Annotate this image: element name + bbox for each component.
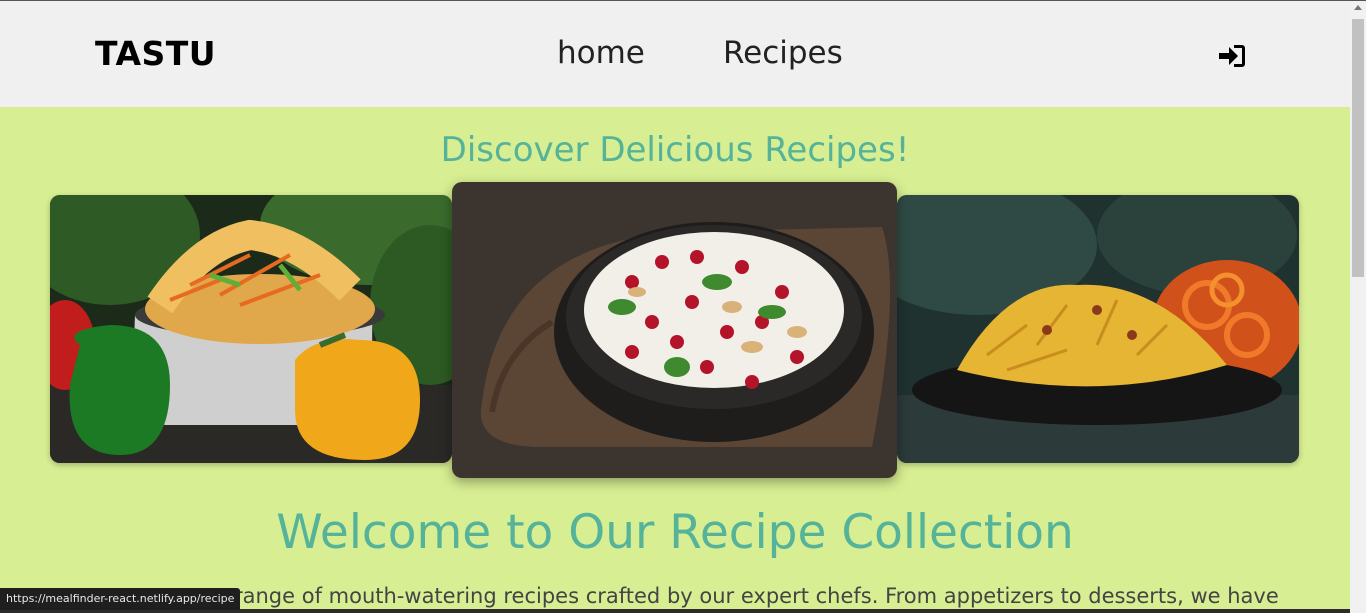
scrollbar-thumb[interactable] xyxy=(1352,19,1364,277)
vertical-scrollbar[interactable] xyxy=(1350,1,1366,613)
link-status-tooltip: https://mealfinder-react.netlify.app/rec… xyxy=(0,588,241,610)
scroll-up-arrow-icon[interactable] xyxy=(1354,5,1362,10)
nav-link-recipes[interactable]: Recipes xyxy=(723,35,843,71)
recipe-image-curd-rice[interactable] xyxy=(452,182,897,478)
hero-title: Discover Delicious Recipes! xyxy=(440,130,910,170)
recipe-image-noodles[interactable] xyxy=(50,195,452,463)
brand-logo[interactable]: TASTU xyxy=(95,34,216,73)
nav-link-home[interactable]: home xyxy=(557,35,645,71)
recipe-image-fafda-jalebi[interactable] xyxy=(897,195,1299,463)
intro-paragraph: range of mouth-watering recipes crafted … xyxy=(234,584,1279,608)
sign-in-icon[interactable] xyxy=(1217,43,1247,69)
welcome-title: Welcome to Our Recipe Collection xyxy=(276,505,1074,560)
navbar: TASTU home Recipes xyxy=(0,1,1350,107)
